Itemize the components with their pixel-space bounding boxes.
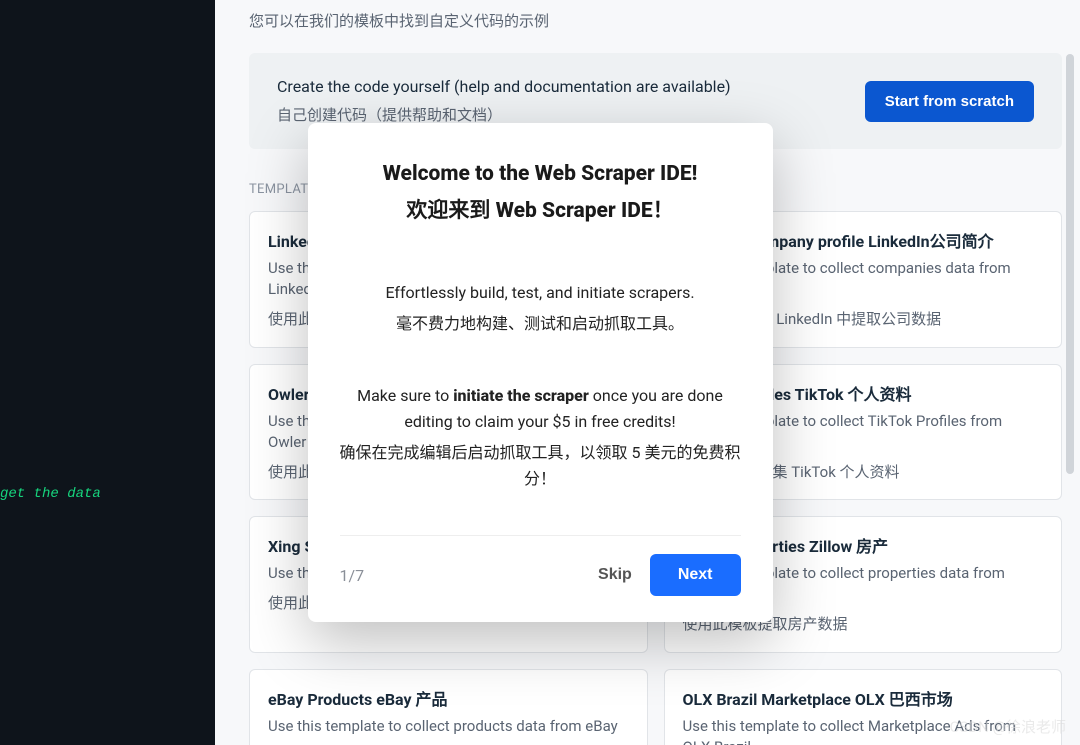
modal-p2-en-bold: initiate the scraper [453,386,589,405]
modal-footer: 1/7 Skip Next [340,554,741,596]
modal-body: Effortlessly build, test, and initiate s… [340,280,741,498]
modal-backdrop: Welcome to the Web Scraper IDE! 欢迎来到 Web… [0,0,1080,745]
modal-title-zh: 欢迎来到 Web Scraper IDE！ [340,196,741,228]
modal-p1-en: Effortlessly build, test, and initiate s… [340,280,741,306]
next-button[interactable]: Next [650,554,741,596]
modal-p2-en-pre: Make sure to [357,386,453,405]
modal-p1-zh: 毫不费力地构建、测试和启动抓取工具。 [340,311,741,337]
modal-divider [340,535,741,536]
modal-p2-en: Make sure to initiate the scraper once y… [340,383,741,434]
welcome-modal: Welcome to the Web Scraper IDE! 欢迎来到 Web… [308,123,773,623]
skip-button[interactable]: Skip [580,556,650,594]
modal-pager: 1/7 [340,566,365,585]
modal-p2-zh: 确保在完成编辑后启动抓取工具，以领取 5 美元的免费积分！ [340,440,741,491]
modal-title-en: Welcome to the Web Scraper IDE! [340,159,741,191]
